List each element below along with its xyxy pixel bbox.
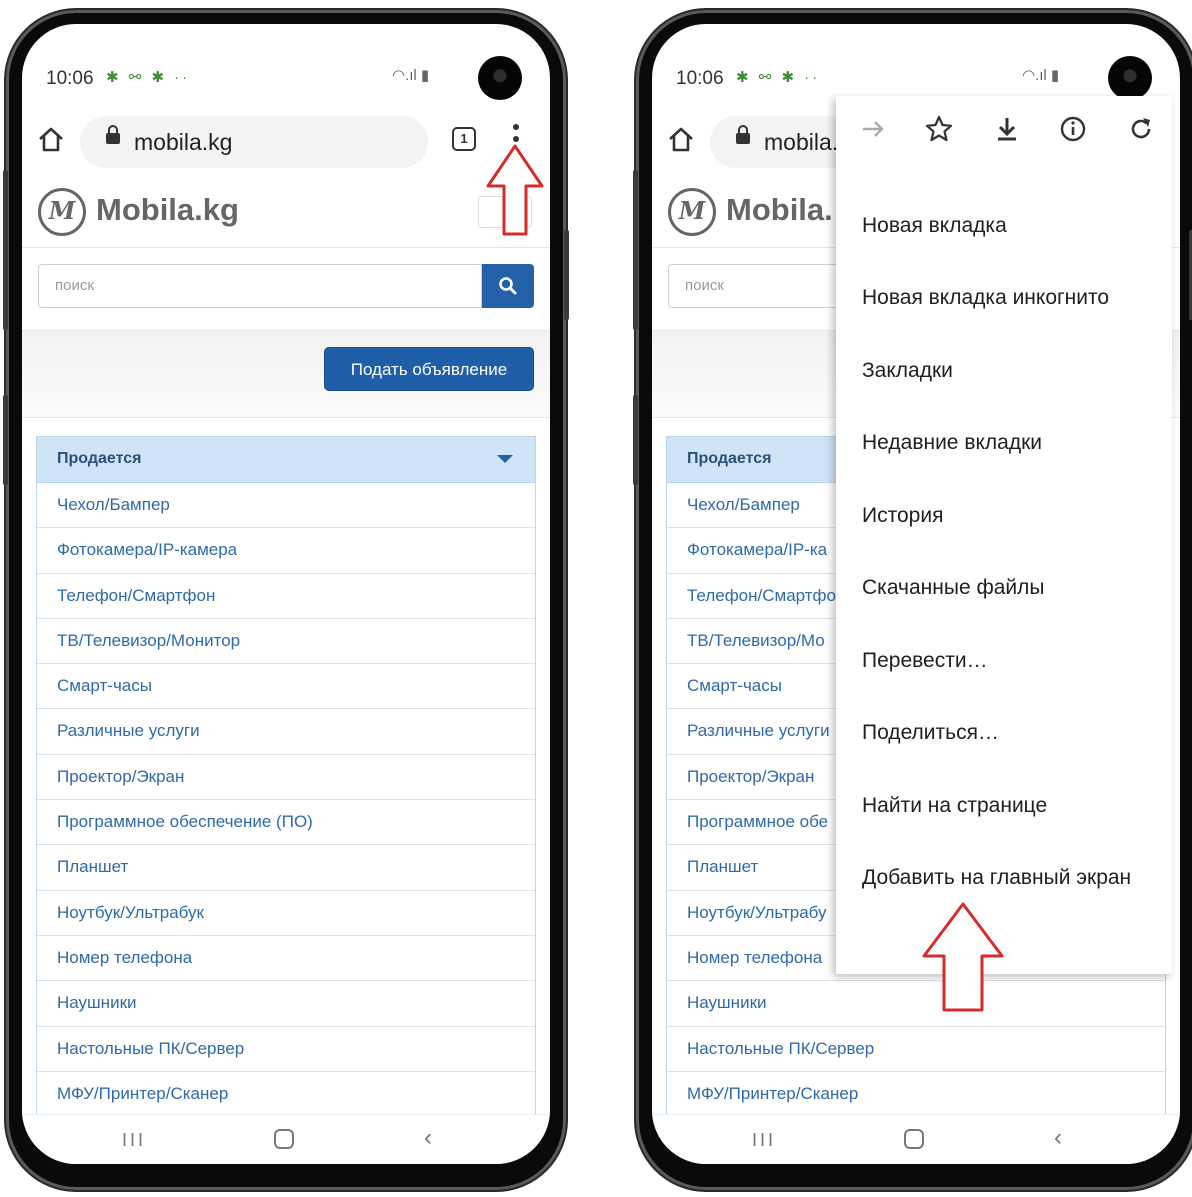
refresh-icon[interactable] xyxy=(1126,114,1156,144)
search-icon xyxy=(499,277,517,295)
site-header: M Mobila.kg xyxy=(22,178,550,248)
logo-icon[interactable]: M xyxy=(38,188,86,236)
category-header-label: Продается xyxy=(687,450,772,467)
annotation-arrow-up-icon xyxy=(922,902,1004,1012)
notification-icons: ✱ ⚯ ✱ ·· xyxy=(736,69,821,86)
category-item[interactable]: Настольные ПК/Сервер xyxy=(667,1027,1165,1072)
system-nav-bar: III ‹ xyxy=(652,1114,1180,1164)
category-item[interactable]: Планшет xyxy=(37,845,535,891)
back-button[interactable]: ‹ xyxy=(1054,1124,1062,1152)
home-icon[interactable] xyxy=(36,124,66,154)
lock-icon xyxy=(736,125,750,144)
category-list: Продается Чехол/Бампер Фотокамера/IP-кам… xyxy=(36,436,536,1119)
menu-item-bookmarks[interactable]: Закладки xyxy=(862,359,953,383)
url-text: mobila. xyxy=(764,129,839,155)
url-text: mobila.kg xyxy=(134,129,233,155)
menu-item-translate[interactable]: Перевести… xyxy=(862,649,988,673)
address-bar[interactable]: mobila.kg xyxy=(80,116,428,168)
logo-icon[interactable]: M xyxy=(668,188,716,236)
category-item[interactable]: ТВ/Телевизор/Монитор xyxy=(37,619,535,665)
star-icon[interactable] xyxy=(924,114,954,144)
category-item[interactable]: Настольные ПК/Сервер xyxy=(37,1027,535,1072)
category-item[interactable]: Смарт-часы xyxy=(37,664,535,710)
status-time: 10:06 xyxy=(676,68,724,89)
recents-button[interactable]: III xyxy=(752,1130,776,1151)
search-input[interactable]: поиск xyxy=(38,264,482,308)
post-ad-button[interactable]: Подать объявление xyxy=(324,347,534,391)
menu-item-recent-tabs[interactable]: Недавние вкладки xyxy=(862,431,1042,455)
category-item[interactable]: Чехол/Бампер xyxy=(37,483,535,529)
volume-button xyxy=(633,170,638,330)
home-icon[interactable] xyxy=(666,124,696,154)
category-item[interactable]: Телефон/Смартфон xyxy=(37,574,535,619)
category-item[interactable]: Фотокамера/IP-камера xyxy=(37,528,535,574)
tab-switcher-icon[interactable]: 1 xyxy=(452,127,476,151)
download-icon[interactable] xyxy=(992,114,1022,144)
logo-text[interactable]: Mobila.kg xyxy=(96,192,239,228)
signal-battery-icons: ◠.ıl ▮ xyxy=(392,67,430,84)
menu-item-downloads[interactable]: Скачанные файлы xyxy=(862,576,1045,600)
phone-frame-left: 10:06 ✱ ⚯ ✱ ·· ◠.ıl ▮ mobila.kg 1 M Mobi… xyxy=(3,10,569,1190)
volume-button xyxy=(3,170,8,330)
menu-icon-row xyxy=(836,96,1172,162)
action-band: Подать объявление xyxy=(22,330,550,418)
caret-down-icon xyxy=(497,455,513,463)
lock-icon xyxy=(106,125,120,144)
category-header[interactable]: Продается xyxy=(37,437,535,483)
info-icon[interactable] xyxy=(1058,114,1088,144)
search-row: поиск xyxy=(38,264,534,308)
browser-toolbar: mobila.kg 1 xyxy=(22,108,550,176)
browser-overflow-menu: Новая вкладка Новая вкладка инкогнито За… xyxy=(836,96,1172,974)
category-header-label: Продается xyxy=(57,450,142,467)
category-item[interactable]: Наушники xyxy=(37,981,535,1027)
signal-battery-icons: ◠.ıl ▮ xyxy=(1022,67,1060,84)
home-button[interactable] xyxy=(904,1129,924,1149)
screen-left: 10:06 ✱ ⚯ ✱ ·· ◠.ıl ▮ mobila.kg 1 M Mobi… xyxy=(22,24,550,1164)
front-camera xyxy=(1108,56,1152,100)
menu-item-new-tab[interactable]: Новая вкладка xyxy=(862,214,1007,238)
status-bar: 10:06 ✱ ⚯ ✱ ·· ◠.ıl ▮ xyxy=(652,24,1180,104)
menu-item-history[interactable]: История xyxy=(862,504,943,528)
search-button[interactable] xyxy=(482,264,534,308)
system-nav-bar: III ‹ xyxy=(22,1114,550,1164)
logo-text[interactable]: Mobila. xyxy=(726,192,833,228)
power-button xyxy=(564,230,569,320)
status-time: 10:06 xyxy=(46,68,94,89)
back-button[interactable]: ‹ xyxy=(424,1124,432,1152)
annotation-arrow-up-icon xyxy=(486,144,544,236)
front-camera xyxy=(478,56,522,100)
home-button[interactable] xyxy=(274,1129,294,1149)
forward-icon[interactable] xyxy=(858,114,888,144)
category-item[interactable]: Наушники xyxy=(667,981,1165,1027)
menu-item-share[interactable]: Поделиться… xyxy=(862,721,999,745)
category-item[interactable]: Программное обеспечение (ПО) xyxy=(37,800,535,846)
menu-item-add-to-home-screen[interactable]: Добавить на главный экран xyxy=(862,866,1131,890)
category-item[interactable]: Номер телефона xyxy=(37,936,535,982)
category-item[interactable]: Проектор/Экран xyxy=(37,755,535,801)
notification-icons: ✱ ⚯ ✱ ·· xyxy=(106,69,191,86)
recents-button[interactable]: III xyxy=(122,1130,146,1151)
category-item[interactable]: Ноутбук/Ультрабук xyxy=(37,891,535,936)
category-item[interactable]: МФУ/Принтер/Сканер xyxy=(37,1072,535,1118)
menu-item-incognito-tab[interactable]: Новая вкладка инкогнито xyxy=(862,286,1109,310)
bixby-button xyxy=(633,395,638,485)
category-item[interactable]: Различные услуги xyxy=(37,709,535,755)
menu-item-find-in-page[interactable]: Найти на странице xyxy=(862,794,1047,818)
category-item[interactable]: МФУ/Принтер/Сканер xyxy=(667,1072,1165,1118)
bixby-button xyxy=(3,395,8,485)
status-bar: 10:06 ✱ ⚯ ✱ ·· ◠.ıl ▮ xyxy=(22,24,550,104)
